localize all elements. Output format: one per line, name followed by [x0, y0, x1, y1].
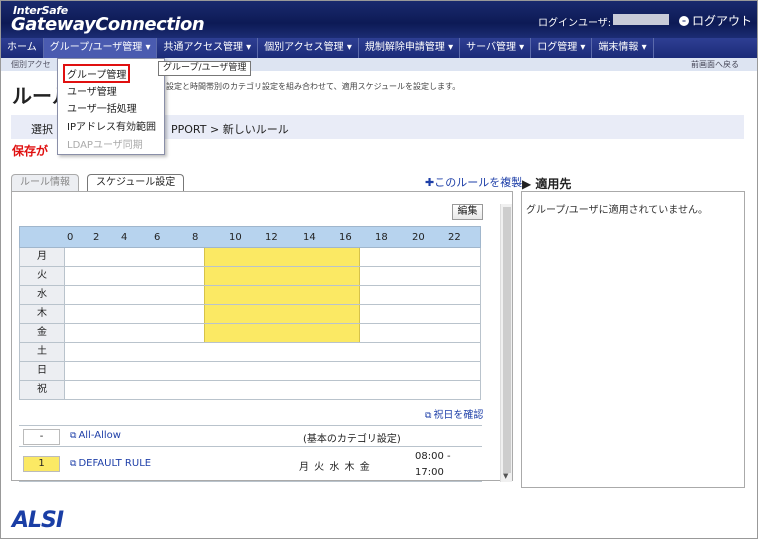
rule-detail: (基本のカテゴリ設定)	[303, 434, 401, 445]
menu-home[interactable]: ホーム	[1, 38, 44, 58]
schedule-active-block[interactable]	[204, 286, 360, 304]
rule-time-range: 08:00 - 17:00	[415, 449, 451, 481]
schedule-day-row[interactable]: 水	[19, 286, 481, 305]
day-label: 水	[20, 286, 65, 304]
logout-icon: –	[679, 15, 689, 26]
hour-label: 10	[229, 232, 242, 243]
dropdown-item-user-management[interactable]: ユーザ管理	[67, 83, 117, 98]
hour-label: 20	[412, 232, 425, 243]
scroll-thumb[interactable]	[503, 207, 511, 473]
schedule-day-row[interactable]: 月	[19, 248, 481, 267]
day-label: 木	[20, 305, 65, 323]
rule-link-default[interactable]: ⧉ DEFAULT RULE	[70, 458, 151, 469]
schedule-scrollbar[interactable]: ▼	[500, 204, 512, 482]
menu-log-management[interactable]: ログ管理 ▾	[531, 38, 593, 58]
day-label: 金	[20, 324, 65, 342]
rule-days: 月 火 水 木 金	[299, 462, 371, 473]
group-user-dropdown: グループ管理 ユーザ管理 ユーザ一括処理 IPアドレス有効範囲 LDAPユーザ同…	[57, 58, 165, 155]
rule-priority: -	[23, 429, 60, 445]
copy-rule-link[interactable]: ✚このルールを複製	[425, 174, 522, 190]
rule-name: DEFAULT RULE	[78, 458, 152, 469]
schedule-day-row[interactable]: 金	[19, 324, 481, 343]
edit-button[interactable]: 編集	[452, 204, 483, 220]
apply-to-heading: ▶ 適用先	[522, 177, 572, 191]
hour-label: 16	[339, 232, 352, 243]
hour-label: 8	[192, 232, 199, 243]
rule-list: - ⧉ All-Allow (基本のカテゴリ設定) 1 ⧉ DEFAULT RULE…	[19, 425, 482, 482]
schedule-grid: 0 2 4 6 8 10 12 14 16 18 20 22 月火水木金土日祝	[19, 226, 481, 400]
dropdown-item-ip-range[interactable]: IPアドレス有効範囲	[67, 118, 156, 133]
alsi-logo: ALSI	[12, 508, 64, 533]
menu-common-access[interactable]: 共通アクセス管理 ▾	[157, 38, 259, 58]
logo-product-name: GatewayConnection	[11, 14, 205, 35]
hour-label: 12	[265, 232, 278, 243]
schedule-active-block[interactable]	[204, 267, 360, 285]
menu-server-management[interactable]: サーバ管理 ▾	[460, 38, 532, 58]
schedule-day-row[interactable]: 木	[19, 305, 481, 324]
login-user-name-redacted	[613, 14, 669, 25]
apply-to-message: グループ/ユーザに適用されていません。	[526, 205, 708, 216]
schedule-active-block[interactable]	[204, 305, 360, 323]
hour-label: 22	[448, 232, 461, 243]
main-menu-bar: ホーム グループ/ユーザ管理 ▾ 共通アクセス管理 ▾ 個別アクセス管理 ▾ 規…	[1, 38, 757, 58]
hour-label: 18	[375, 232, 388, 243]
hour-label: 6	[154, 232, 161, 243]
hour-label: 4	[121, 232, 128, 243]
day-label: 祝	[20, 381, 65, 399]
hour-label: 14	[303, 232, 316, 243]
scroll-down-arrow-icon[interactable]: ▼	[503, 472, 508, 480]
app-header: InterSafe GatewayConnection ログインユーザ: – ロ…	[1, 1, 757, 38]
page-description: 設定と時間帯別のカテゴリ設定を組み合わせて、適用スケジュールを設定します。	[166, 82, 461, 91]
day-label: 火	[20, 267, 65, 285]
menu-tooltip: グループ/ユーザ管理	[158, 61, 252, 76]
dropdown-item-group-management[interactable]: グループ管理	[63, 64, 131, 83]
link-icon: ⧉	[425, 411, 432, 421]
check-holidays-label: 祝日を確認	[433, 410, 484, 421]
rule-link-all-allow[interactable]: ⧉ All-Allow	[70, 430, 121, 441]
schedule-hour-header: 0 2 4 6 8 10 12 14 16 18 20 22	[19, 226, 481, 248]
dropdown-item-ldap-sync: LDAPユーザ同期	[67, 140, 143, 151]
schedule-active-block[interactable]	[204, 248, 360, 266]
day-label: 月	[20, 248, 65, 266]
schedule-day-row[interactable]: 土	[19, 343, 481, 362]
rule-row: 1 ⧉ DEFAULT RULE 月 火 水 木 金 08:00 - 17:00	[19, 447, 482, 482]
logout-button[interactable]: – ログアウト	[679, 12, 752, 29]
unsaved-warning: 保存が	[12, 144, 49, 158]
tab-rule-info[interactable]: ルール情報	[11, 174, 79, 191]
apply-to-panel: グループ/ユーザに適用されていません。	[521, 191, 745, 488]
check-holidays-link[interactable]: ⧉ 祝日を確認	[425, 406, 483, 421]
menu-unblock-request[interactable]: 規制解除申請管理 ▾	[359, 38, 461, 58]
rule-name: All-Allow	[78, 430, 121, 441]
rule-time-to: 17:00	[415, 467, 444, 478]
link-icon: ⧉	[70, 431, 77, 441]
schedule-day-row[interactable]: 祝	[19, 381, 481, 400]
link-icon: ⧉	[70, 459, 77, 469]
menu-terminal-info[interactable]: 端末情報 ▾	[592, 38, 654, 58]
rule-row: - ⧉ All-Allow (基本のカテゴリ設定)	[19, 426, 482, 447]
dropdown-item-user-bulk[interactable]: ユーザ一括処理	[67, 100, 137, 115]
schedule-active-block[interactable]	[204, 324, 360, 342]
selection-path: PPORT > 新しいルール	[171, 123, 289, 136]
login-user-label: ログインユーザ:	[538, 18, 612, 29]
menu-individual-access[interactable]: 個別アクセス管理 ▾	[258, 38, 359, 58]
schedule-day-row[interactable]: 火	[19, 267, 481, 286]
rule-time-from: 08:00 -	[415, 451, 451, 462]
hour-label: 2	[93, 232, 100, 243]
rule-priority: 1	[23, 456, 60, 472]
back-link[interactable]: 前画面へ戻る	[691, 59, 739, 70]
schedule-day-row[interactable]: 日	[19, 362, 481, 381]
selection-label: 選択	[31, 123, 53, 136]
tab-schedule[interactable]: スケジュール設定	[87, 174, 185, 191]
breadcrumb: 個別アクセ	[11, 60, 51, 69]
menu-group-user-management[interactable]: グループ/ユーザ管理 ▾	[43, 38, 158, 58]
day-label: 土	[20, 343, 65, 361]
day-label: 日	[20, 362, 65, 380]
logout-label: ログアウト	[692, 14, 753, 28]
hour-label: 0	[67, 232, 74, 243]
